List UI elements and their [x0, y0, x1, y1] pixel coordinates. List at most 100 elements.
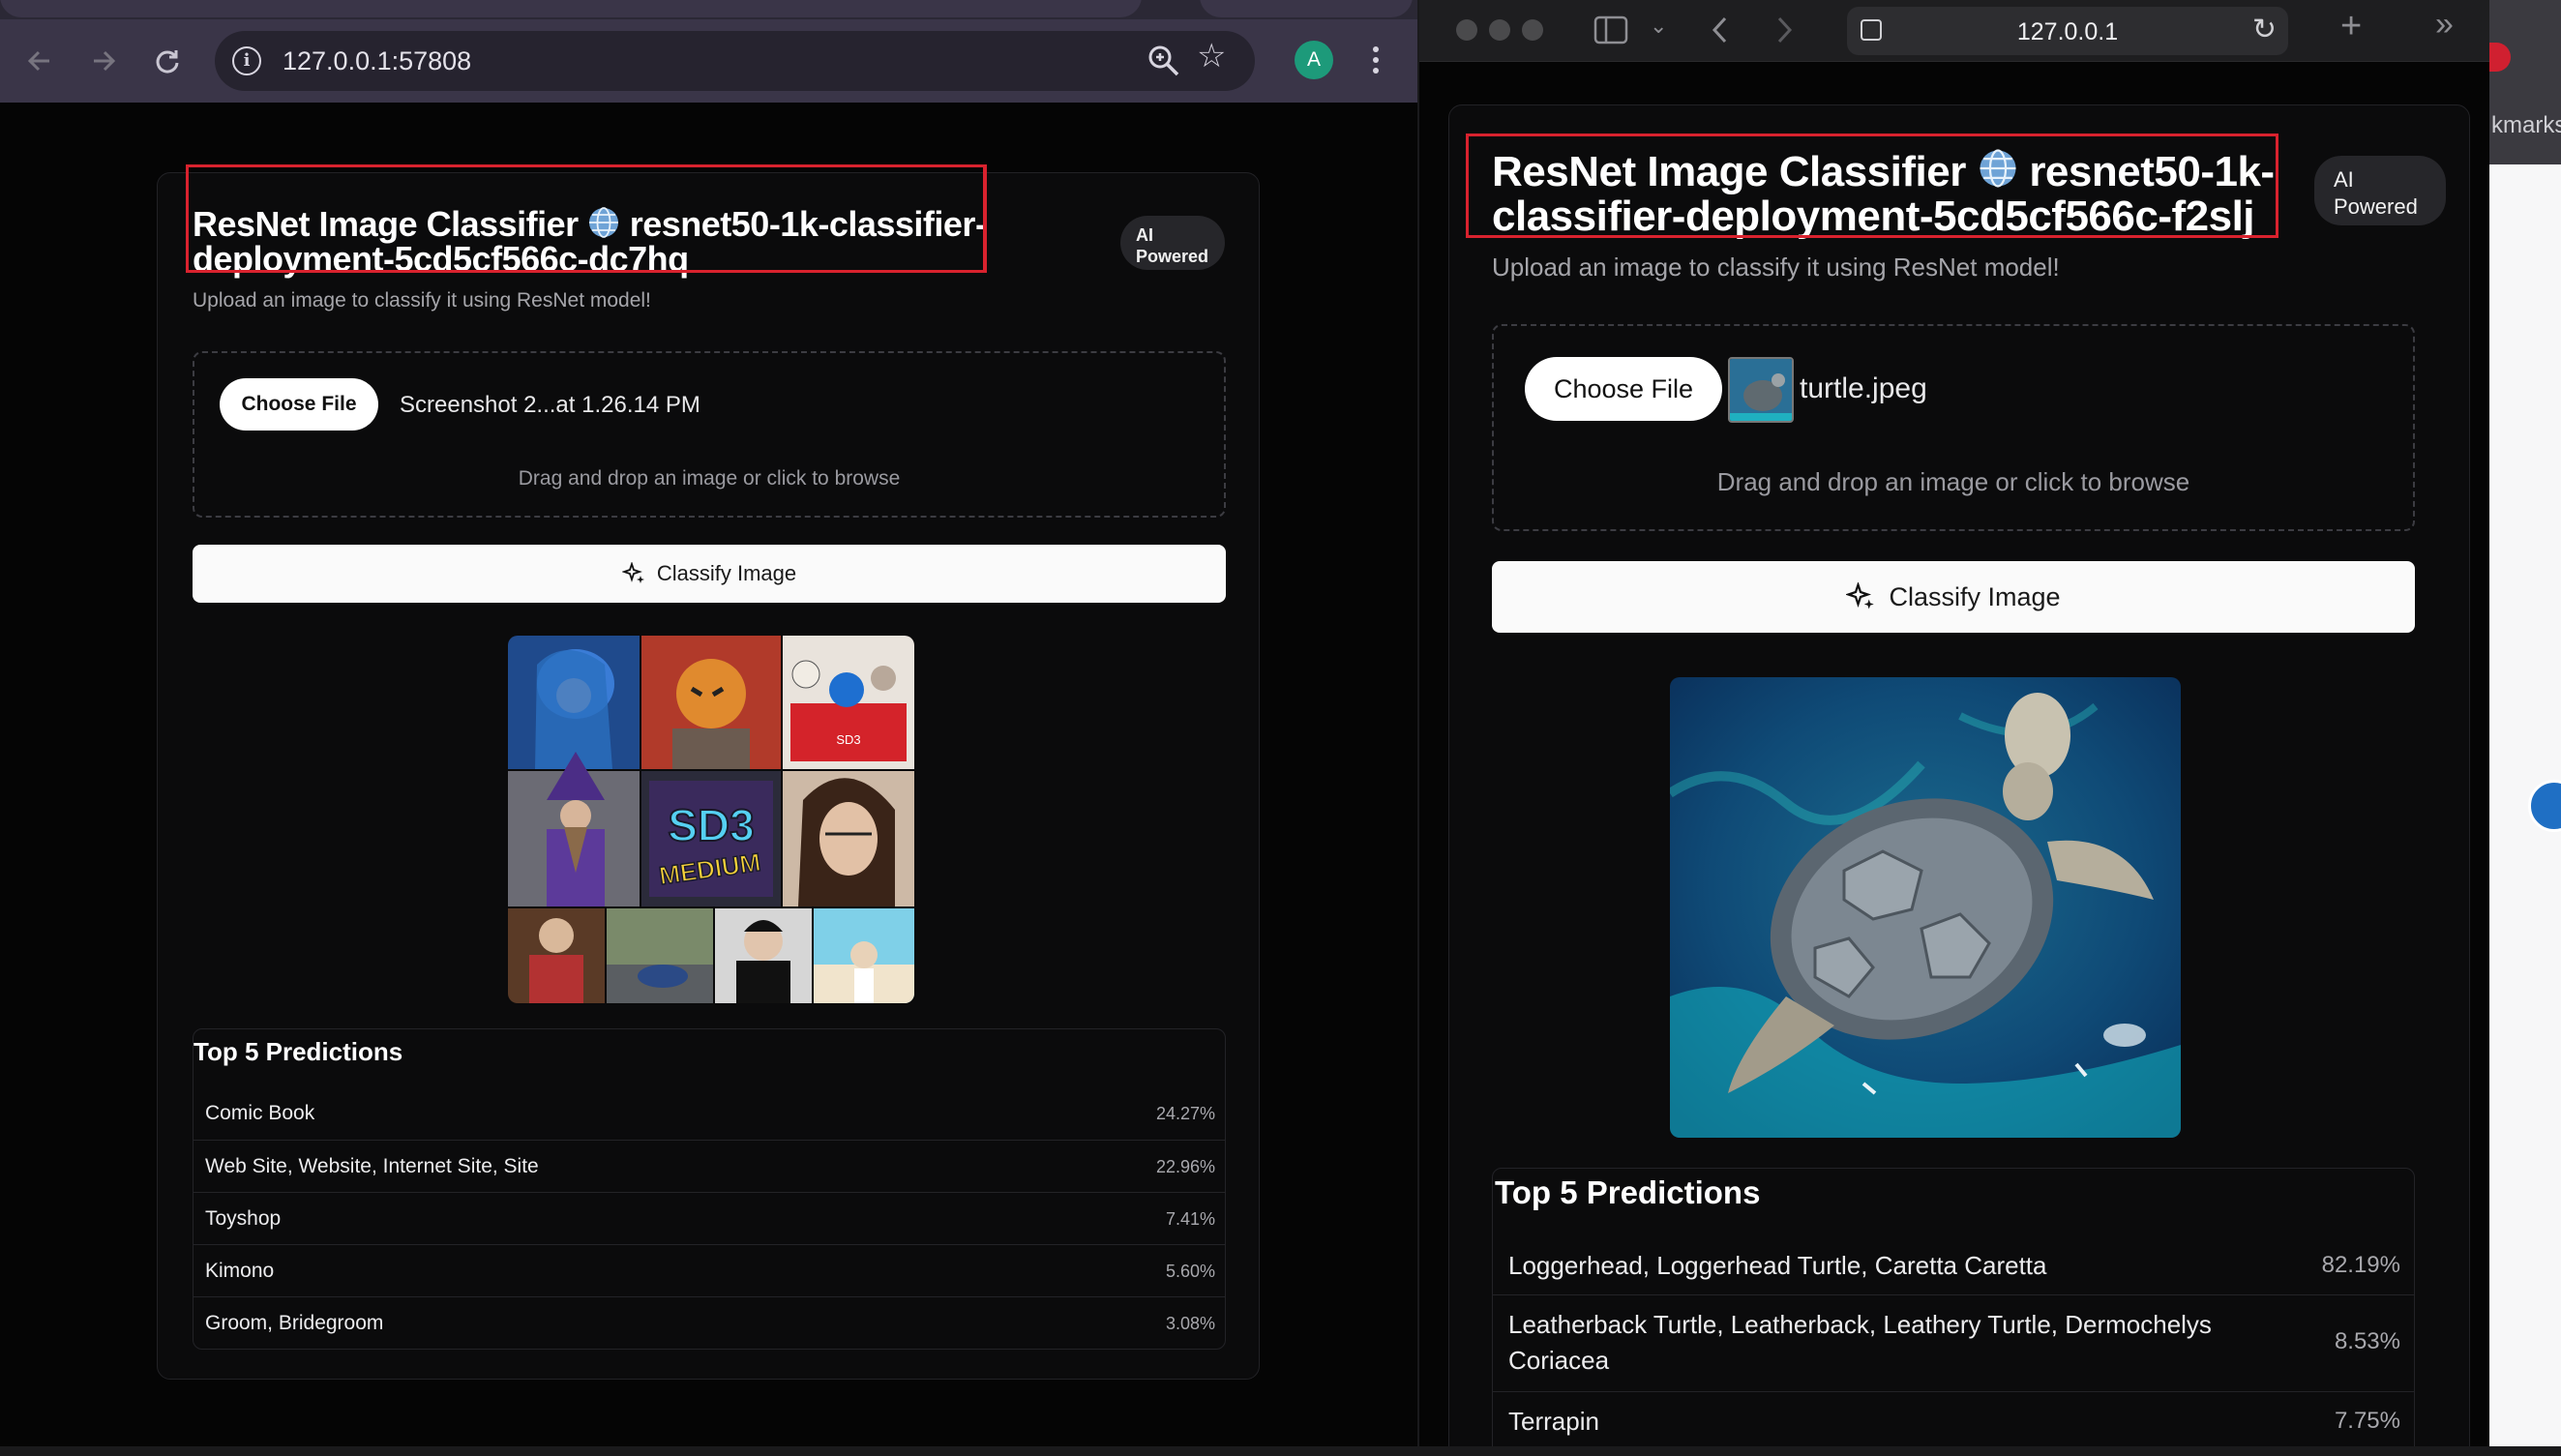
floating-action-button[interactable] — [2528, 780, 2561, 832]
prediction-row: Loggerhead, Loggerhead Turtle, Caretta C… — [1493, 1236, 2414, 1294]
dock-edge — [0, 1446, 2561, 1456]
new-tab-icon[interactable]: + — [2340, 6, 2362, 47]
chevron-down-icon[interactable]: ⌄ — [1650, 14, 1667, 39]
collage-image: SD3 SD3 MEDIUM — [508, 636, 914, 1003]
drop-hint: Drag and drop an image or click to brows… — [518, 467, 901, 490]
reload-icon[interactable]: ↻ — [2252, 13, 2277, 46]
ai-powered-badge: AI Powered — [2314, 156, 2446, 225]
zoom-icon[interactable] — [1144, 41, 1184, 81]
background-window: kmarks — [2489, 0, 2561, 1456]
active-tab[interactable] — [0, 0, 1142, 17]
highlight-box — [1466, 134, 2278, 238]
prediction-percent: 8.53% — [2334, 1328, 2400, 1354]
classify-label: Classify Image — [1889, 581, 2061, 611]
chrome-toolbar: i 127.0.0.1:57808 ☆ A — [0, 19, 1417, 103]
upload-dropzone[interactable]: Choose File Screenshot 2...at 1.26.14 PM… — [193, 351, 1226, 518]
prediction-percent: 22.96% — [1155, 1157, 1215, 1176]
collage-text: SD3 — [668, 800, 754, 850]
prediction-label: Toyshop — [205, 1207, 282, 1230]
chrome-window: i 127.0.0.1:57808 ☆ A ResNet Image Class… — [0, 0, 1417, 1456]
desktop: i 127.0.0.1:57808 ☆ A ResNet Image Class… — [0, 0, 2561, 1456]
choose-file-button[interactable]: Choose File — [220, 378, 378, 431]
prediction-percent: 7.75% — [2334, 1408, 2400, 1434]
uploaded-image-preview — [1670, 677, 2181, 1138]
classifier-card: ResNet Image Classifier resnet50-1k-clas… — [157, 172, 1260, 1380]
back-icon[interactable] — [1710, 15, 1731, 45]
prediction-percent: 82.19% — [2321, 1252, 2400, 1278]
tab-strip — [0, 0, 1417, 19]
star-icon[interactable]: ☆ — [1197, 37, 1226, 75]
address-url[interactable]: 127.0.0.1 — [1847, 18, 2288, 46]
drop-hint: Drag and drop an image or click to brows… — [1716, 467, 2190, 496]
address-bar[interactable]: 127.0.0.1 ↻ — [1847, 7, 2288, 55]
safari-toolbar: ⌄ 127.0.0.1 ↻ + » — [1419, 0, 2489, 62]
safari-window: ⌄ 127.0.0.1 ↻ + » ResNet Image Classifie… — [1419, 0, 2489, 1456]
prediction-label: Web Site, Website, Internet Site, Site — [205, 1155, 539, 1177]
prediction-row: Toyshop 7.41% — [194, 1192, 1225, 1244]
background-window-toolbar: kmarks — [2489, 0, 2561, 164]
prediction-label: Comic Book — [205, 1102, 315, 1124]
bookmarks-label: kmarks — [2491, 112, 2561, 138]
badge-line1: AI — [1136, 225, 1153, 245]
left-page: ResNet Image Classifier resnet50-1k-clas… — [0, 103, 1417, 1456]
address-bar[interactable]: i 127.0.0.1:57808 ☆ — [215, 31, 1255, 91]
classify-image-button[interactable]: Classify Image — [193, 545, 1226, 603]
prediction-row: Groom, Bridegroom 3.08% — [194, 1296, 1225, 1349]
predictions-title: Top 5 Predictions — [194, 1037, 403, 1066]
prediction-row: Kimono 5.60% — [194, 1244, 1225, 1296]
upload-dropzone[interactable]: Choose File turtle.jpeg Drag and drop an… — [1492, 324, 2415, 531]
classify-image-button[interactable]: Classify Image — [1492, 561, 2415, 633]
reload-button[interactable] — [145, 39, 190, 83]
right-page: ResNet Image Classifier resnet50-1k-clas… — [1419, 62, 2489, 1456]
forward-button[interactable] — [81, 39, 126, 83]
prediction-percent: 7.41% — [1165, 1209, 1215, 1229]
badge-line2: Powered — [1136, 247, 1209, 266]
turtle-image — [1670, 677, 2181, 1138]
prediction-label: Leatherback Turtle, Leatherback, Leather… — [1508, 1310, 2212, 1375]
predictions-panel: Top 5 Predictions Loggerhead, Loggerhead… — [1492, 1168, 2415, 1456]
sparkles-icon — [1846, 582, 1875, 609]
profile-avatar[interactable]: A — [1295, 41, 1333, 79]
sidebar-icon[interactable] — [1593, 15, 1628, 45]
inactive-tab[interactable] — [1200, 0, 1413, 17]
uploaded-image-preview: SD3 SD3 MEDIUM — [508, 636, 914, 1003]
close-window-button[interactable] — [1456, 19, 1477, 41]
file-thumbnail — [1728, 357, 1794, 423]
minimize-window-button[interactable] — [1489, 19, 1510, 41]
address-url[interactable]: 127.0.0.1:57808 — [283, 46, 471, 76]
tab-indicator — [2489, 43, 2511, 72]
predictions-panel: Top 5 Predictions Comic Book 24.27% Web … — [193, 1028, 1226, 1350]
prediction-label: Terrapin — [1508, 1407, 1599, 1436]
highlight-box — [186, 164, 987, 273]
prediction-label: Kimono — [205, 1260, 275, 1282]
prediction-percent: 3.08% — [1165, 1314, 1215, 1333]
prediction-percent: 5.60% — [1165, 1262, 1215, 1281]
prediction-percent: 24.27% — [1155, 1104, 1215, 1123]
overflow-icon[interactable]: » — [2435, 6, 2454, 44]
prediction-row: Web Site, Website, Internet Site, Site 2… — [194, 1140, 1225, 1192]
more-icon[interactable] — [1366, 43, 1385, 81]
subtitle: Upload an image to classify it using Res… — [193, 289, 651, 312]
info-icon[interactable]: i — [232, 46, 261, 75]
collage-sign: SD3 — [836, 732, 860, 747]
badge-line2: Powered — [2334, 194, 2418, 219]
zoom-window-button[interactable] — [1522, 19, 1543, 41]
back-icon — [27, 50, 49, 72]
selected-filename: Screenshot 2...at 1.26.14 PM — [400, 392, 700, 418]
ai-powered-badge: AI Powered — [1120, 216, 1225, 270]
badge-line1: AI — [2334, 167, 2354, 192]
subtitle: Upload an image to classify it using Res… — [1492, 253, 2060, 282]
classifier-card: ResNet Image Classifier resnet50-1k-clas… — [1448, 104, 2470, 1456]
predictions-title: Top 5 Predictions — [1495, 1174, 1761, 1210]
prediction-row: Terrapin 7.75% — [1493, 1391, 2414, 1449]
prediction-row: Comic Book 24.27% — [194, 1087, 1225, 1140]
choose-file-button[interactable]: Choose File — [1525, 357, 1722, 421]
sparkles-icon — [621, 562, 644, 583]
prediction-row: Leatherback Turtle, Leatherback, Leather… — [1493, 1294, 2414, 1391]
classify-label: Classify Image — [656, 561, 797, 585]
prediction-label: Groom, Bridegroom — [205, 1312, 384, 1334]
back-button[interactable] — [17, 39, 62, 83]
reload-icon — [156, 50, 179, 74]
forward-icon[interactable] — [1773, 15, 1795, 45]
selected-filename: turtle.jpeg — [1800, 372, 1927, 404]
